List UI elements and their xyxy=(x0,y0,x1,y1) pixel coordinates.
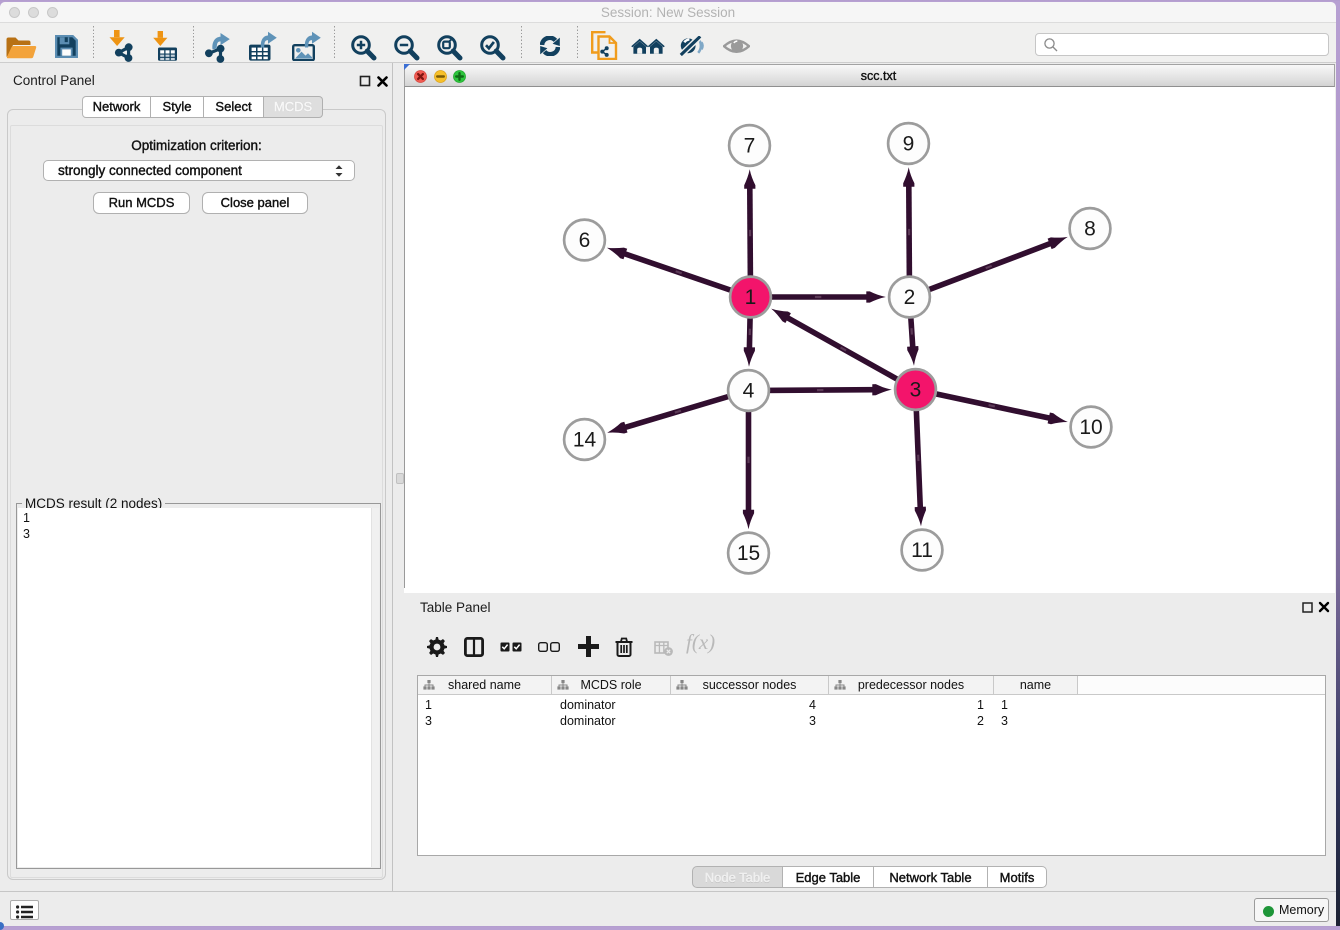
svg-text:15: 15 xyxy=(737,542,760,565)
svg-text:9: 9 xyxy=(903,133,915,156)
svg-text:f(x): f(x) xyxy=(686,631,715,654)
svg-text:8: 8 xyxy=(1084,218,1096,241)
svg-text:2: 2 xyxy=(904,286,916,309)
svg-text:11: 11 xyxy=(911,539,933,562)
svg-text:4: 4 xyxy=(743,380,755,403)
svg-text:14: 14 xyxy=(573,429,597,452)
svg-text:1: 1 xyxy=(745,286,757,309)
svg-text:6: 6 xyxy=(579,229,591,252)
svg-text:7: 7 xyxy=(744,135,756,158)
svg-text:3: 3 xyxy=(910,379,922,402)
svg-text:10: 10 xyxy=(1079,416,1102,439)
